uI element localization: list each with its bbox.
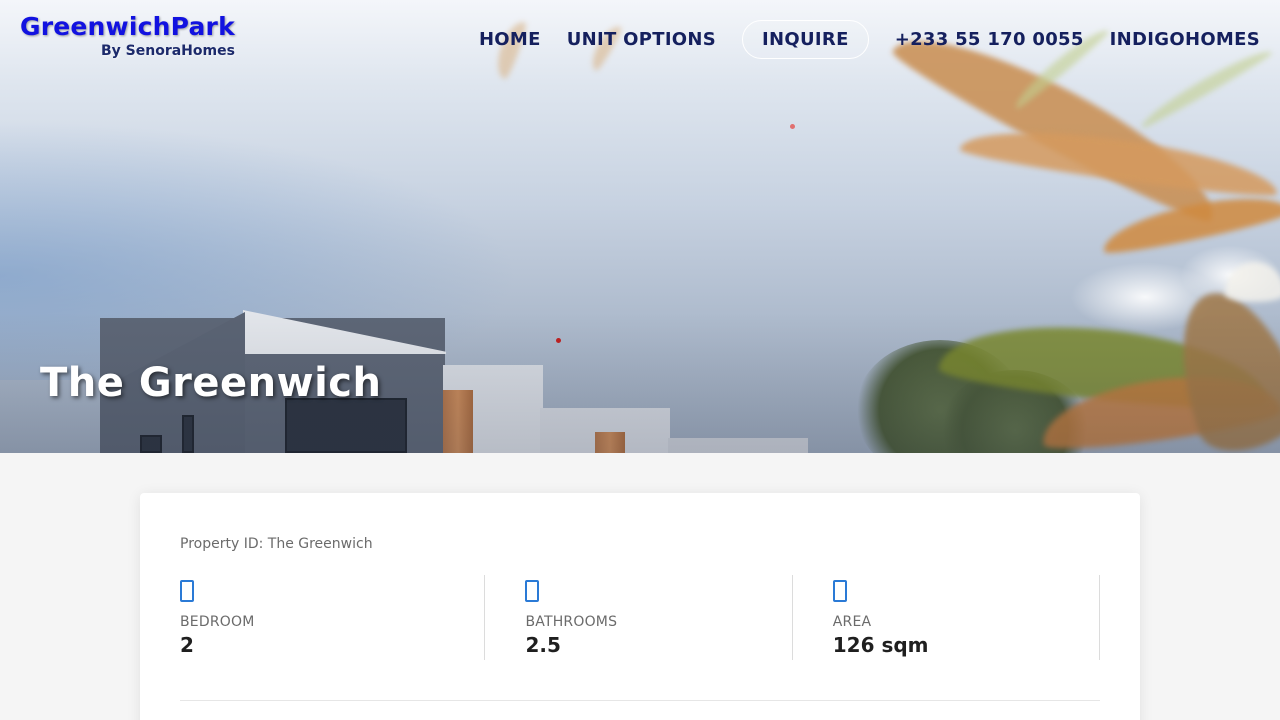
nav-phone-link[interactable]: +233 55 170 0055 [895,29,1084,50]
brand-name: GreenwichPark [20,12,235,41]
stat-label: BATHROOMS [525,614,618,630]
nav-indigohomes[interactable]: INDIGOHOMES [1110,29,1260,50]
brand-subtitle: By SenoraHomes [100,43,235,59]
brand-logo[interactable]: GreenwichPark By SenoraHomes [20,12,235,59]
stat-value: 2.5 [525,633,561,657]
nav-home[interactable]: HOME [479,29,541,50]
main-nav: HOME UNIT OPTIONS INQUIRE +233 55 170 00… [453,20,1260,59]
stat-label: BEDROOM [180,614,255,630]
stat-value: 126 sqm [832,633,929,657]
stat-bathrooms: BATHROOMS 2.5 [485,575,793,660]
page-title: The Greenwich [40,360,382,406]
stat-bedroom: BEDROOM 2 [180,575,486,660]
hero-dot [790,124,795,129]
stat-area: AREA 126 sqm [793,575,1101,660]
stat-label: AREA [832,614,872,630]
nav-unit-options[interactable]: UNIT OPTIONS [567,29,716,50]
bath-icon [525,580,540,602]
stat-value: 2 [180,633,194,657]
bed-icon [180,580,194,602]
hero-banner: The Greenwich [0,0,1280,453]
property-card: Property ID: The Greenwich BEDROOM 2 BAT… [140,493,1140,720]
area-icon [832,580,847,602]
card-divider [180,700,1100,701]
nav-inquire-button[interactable]: INQUIRE [742,20,869,59]
property-id: Property ID: The Greenwich [180,536,373,552]
property-stats: BEDROOM 2 BATHROOMS 2.5 AREA 126 sqm [180,575,1101,660]
